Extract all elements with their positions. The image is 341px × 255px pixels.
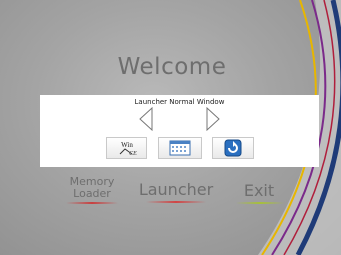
win-ce-icon: Win CE xyxy=(119,141,137,157)
memory-loader-menu-item[interactable]: Memory Loader xyxy=(66,176,118,204)
previous-arrow-icon[interactable] xyxy=(138,107,154,131)
memory-loader-underline xyxy=(66,202,118,204)
launcher-underline xyxy=(146,201,206,203)
memory-loader-label-line2: Loader xyxy=(73,187,111,200)
welcome-title: Welcome xyxy=(117,54,227,80)
launcher-label: Launcher xyxy=(138,180,214,199)
next-arrow-icon[interactable] xyxy=(205,107,221,131)
grid-view-button[interactable] xyxy=(158,137,202,159)
exit-menu-item[interactable]: Exit xyxy=(236,181,284,204)
launcher-menu-item[interactable]: Launcher xyxy=(138,180,214,203)
grid-icon xyxy=(169,140,191,156)
panel-title: Launcher Normal Window xyxy=(134,98,225,106)
exit-label: Exit xyxy=(243,181,275,200)
refresh-button[interactable] xyxy=(212,137,254,159)
launcher-screen: Welcome Launcher Normal Window Win CE Me… xyxy=(0,0,341,255)
win-ce-icon-subtext: CE xyxy=(129,151,137,157)
win-ce-icon-text: Win xyxy=(121,141,133,149)
exit-underline xyxy=(236,202,284,204)
launcher-panel: Launcher Normal Window Win CE xyxy=(40,95,319,167)
win-ce-button[interactable]: Win CE xyxy=(106,137,147,159)
refresh-icon xyxy=(224,139,242,157)
